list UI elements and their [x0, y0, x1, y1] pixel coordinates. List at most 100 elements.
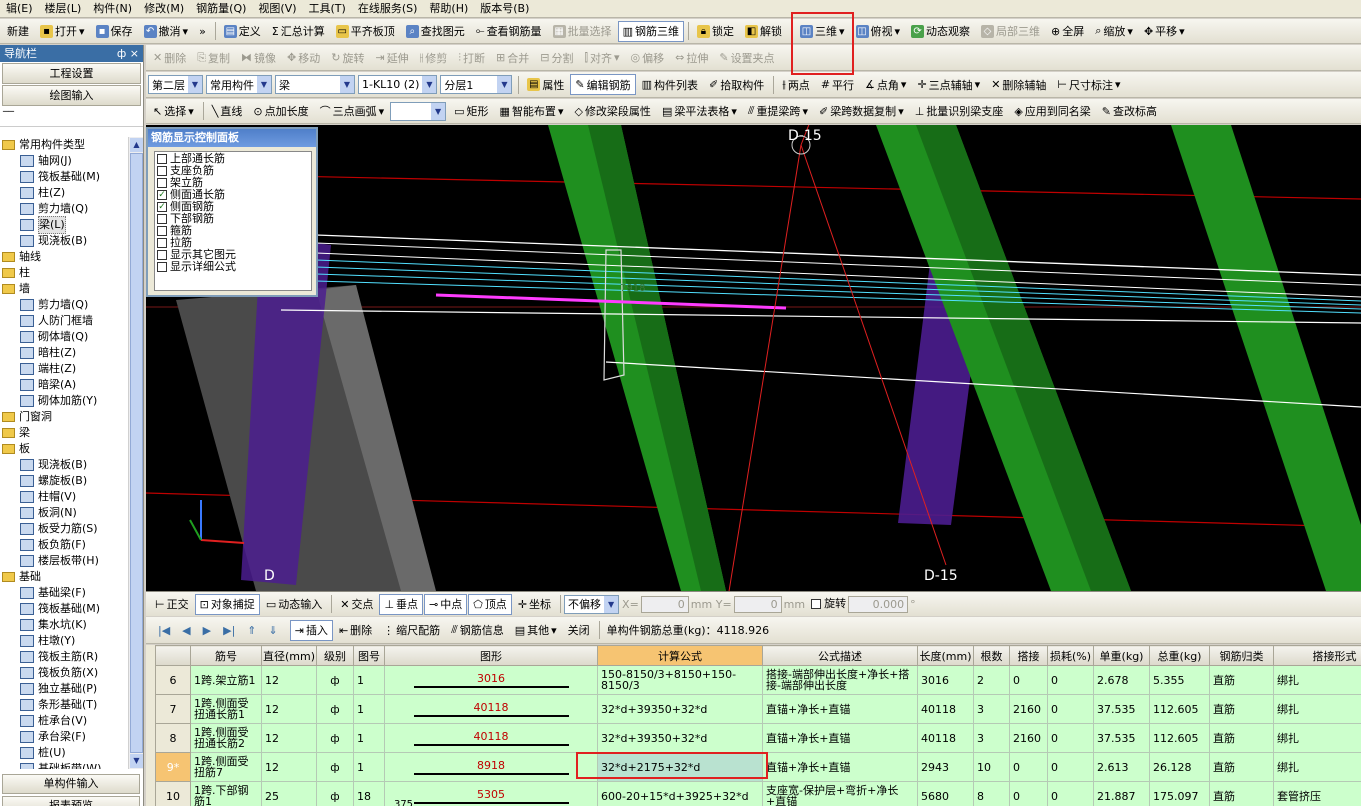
row-number[interactable]: 8 [155, 723, 191, 753]
tree-item[interactable]: 暗梁(A) [0, 377, 128, 393]
loss-cell[interactable]: 0 [1047, 781, 1094, 806]
table-row[interactable]: 7 1跨.侧面受扭通长筋1 12 ф 1 40118 32*d+39350+32*d 直锚+净… [155, 694, 1361, 724]
count-cell[interactable]: 3 [973, 694, 1010, 724]
name-cell[interactable]: 1跨.架立筋1 [190, 665, 262, 695]
next-record-icon[interactable]: ▶ [203, 624, 211, 637]
find-element-button[interactable]: ⌕ 查找图元 [401, 21, 470, 42]
column-header[interactable]: 筋号 [190, 645, 262, 666]
grade-cell[interactable]: ф [316, 694, 354, 724]
lap_type-cell[interactable]: 套管挤压 [1273, 781, 1361, 806]
total-cell[interactable]: 112.605 [1149, 723, 1210, 753]
summary-calc-button[interactable]: Σ 汇总计算 [267, 21, 330, 42]
shape-cell[interactable]: 3016 [384, 665, 598, 695]
toolbar-more[interactable]: » [194, 21, 211, 42]
tree-item[interactable]: 桩承台(V) [0, 713, 128, 729]
loss-cell[interactable]: 0 [1047, 723, 1094, 753]
move-button[interactable]: ✥ 移动 [282, 47, 325, 68]
column-header[interactable]: 公式描述 [762, 645, 918, 666]
member-select[interactable]: 1-KL10 (2) ▼ [358, 75, 438, 94]
shape-cell[interactable]: 40118 [384, 694, 598, 724]
local-3d-button[interactable]: ◇ 局部三维 [976, 21, 1045, 42]
dia-cell[interactable]: 12 [261, 752, 317, 782]
tree-item[interactable]: 剪力墙(Q) [0, 297, 128, 313]
rebar-toggle[interactable]: 显示详细公式 [157, 261, 309, 273]
formula-cell[interactable]: 32*d+39350+32*d [597, 723, 763, 753]
batch-support-button[interactable]: ⊥ 批量识别梁支座 [910, 101, 1009, 122]
merge-button[interactable]: ⊞ 合并 [491, 47, 534, 68]
tree-item[interactable]: 筏板负筋(X) [0, 665, 128, 681]
unit-cell[interactable]: 21.887 [1093, 781, 1150, 806]
rebar-3d-viewport[interactable]: D-15 D-15 D 7918 钢筋显示控制面板 上部通长筋 支座负筋 架立筋 ✓ 侧… [146, 125, 1361, 591]
tree-item[interactable]: 现浇板(B) [0, 457, 128, 473]
checkbox[interactable] [157, 262, 167, 272]
tree-item[interactable]: 筏板基础(M) [0, 169, 128, 185]
lap_type-cell[interactable]: 绑扎 [1273, 752, 1361, 782]
count-cell[interactable]: 2 [973, 665, 1010, 695]
name-cell[interactable]: 1跨.侧面受扭通长筋2 [190, 723, 262, 753]
midpoint-snap[interactable]: ⊸ 中点 [424, 593, 468, 615]
flush-slab-button[interactable]: ▭ 平齐板顶 [331, 21, 400, 42]
parallel-button[interactable]: # 平行 [816, 74, 859, 95]
arc-button[interactable]: ⌒ 三点画弧 ▾ [315, 101, 390, 122]
lap_type-cell[interactable]: 绑扎 [1273, 665, 1361, 695]
formula-cell[interactable]: 150-8150/3+8150+150-8150/3 [597, 665, 763, 695]
cat-cell[interactable]: 直筋 [1209, 781, 1274, 806]
lap-cell[interactable]: 0 [1009, 665, 1048, 695]
report-button[interactable]: 报表预览 [2, 796, 140, 806]
fig-cell[interactable]: 18 [353, 781, 385, 806]
rebar-info-button[interactable]: ⫻ 钢筋信息 [446, 620, 509, 641]
menu-item[interactable]: 工具(T) [303, 0, 352, 17]
lock-button[interactable]: 🔒︎ 锁定 [692, 21, 739, 42]
fig-cell[interactable]: 1 [353, 694, 385, 724]
formula-cell[interactable]: 600-20+15*d+3925+32*d [597, 781, 763, 806]
fullscreen-button[interactable]: ⊕ 全屏 [1046, 21, 1089, 42]
tree-item[interactable]: 筏板基础(M) [0, 601, 128, 617]
checkbox[interactable] [157, 214, 167, 224]
column-header[interactable]: 长度(mm) [917, 645, 974, 666]
move-up-icon[interactable]: ⇑ [247, 624, 256, 637]
len-cell[interactable]: 40118 [917, 694, 974, 724]
tree-item[interactable]: 人防门框墙 [0, 313, 128, 329]
unlock-button[interactable]: ◧ 解锁 [740, 21, 787, 42]
tree-item[interactable]: 柱帽(V) [0, 489, 128, 505]
grade-cell[interactable]: ф [316, 723, 354, 753]
column-header[interactable]: 图号 [353, 645, 385, 666]
pan-button[interactable]: ✥ 平移 ▾ [1139, 21, 1190, 42]
scroll-up-icon[interactable]: ▲ [130, 138, 143, 152]
tree-group[interactable]: 墙 [0, 281, 128, 297]
lap_type-cell[interactable]: 绑扎 [1273, 723, 1361, 753]
zoom-button[interactable]: ⌕ 缩放 ▾ [1090, 21, 1138, 42]
break-button[interactable]: ⫶ 打断 [453, 47, 490, 68]
align-button[interactable]: ⫿ 对齐 ▾ [579, 47, 624, 68]
column-header[interactable]: 搭接 [1009, 645, 1048, 666]
tree-item[interactable]: 板洞(N) [0, 505, 128, 521]
column-header[interactable]: 搭接形式 [1273, 645, 1361, 666]
dia-cell[interactable]: 12 [261, 665, 317, 695]
fig-cell[interactable]: 1 [353, 752, 385, 782]
column-header[interactable]: 钢筋归类 [1209, 645, 1274, 666]
prev-record-icon[interactable]: ◀ [182, 624, 190, 637]
fig-cell[interactable]: 1 [353, 665, 385, 695]
split-button[interactable]: ⊟ 分割 [535, 47, 578, 68]
tree-scrollbar[interactable]: ▲ ▼ [128, 137, 143, 769]
offset-mode-select[interactable]: 不偏移 ▼ [564, 594, 620, 614]
mirror-button[interactable]: ⧓ 镜像 [236, 47, 281, 68]
batch-select-button[interactable]: ▦ 批量选择 [548, 21, 617, 42]
tree-item[interactable]: 基础梁(F) [0, 585, 128, 601]
set-grip-button[interactable]: ✎ 设置夹点 [714, 47, 779, 68]
len-cell[interactable]: 2943 [917, 752, 974, 782]
tree-group[interactable]: 基础 [0, 569, 128, 585]
tree-item[interactable]: 现浇板(B) [0, 233, 128, 249]
column-header[interactable]: 损耗(%) [1047, 645, 1094, 666]
drawing-input-button[interactable]: 绘图输入 [2, 85, 141, 106]
offset-button[interactable]: ◎ 偏移 [626, 47, 670, 68]
count-cell[interactable]: 8 [973, 781, 1010, 806]
edit-rebar-button[interactable]: ✎ 编辑钢筋 [570, 74, 636, 95]
insert-button[interactable]: ⇥ 插入 [289, 619, 333, 641]
collapse-all-icon[interactable]: ‾‾ [3, 109, 14, 122]
tree-item[interactable]: 剪力墙(Q) [0, 201, 128, 217]
object-snap-button[interactable]: ⊡ 对象捕捉 [194, 593, 260, 615]
dia-cell[interactable]: 12 [261, 723, 317, 753]
x-offset-input[interactable]: 0 [640, 595, 689, 613]
row-number[interactable]: 9* [155, 752, 191, 782]
